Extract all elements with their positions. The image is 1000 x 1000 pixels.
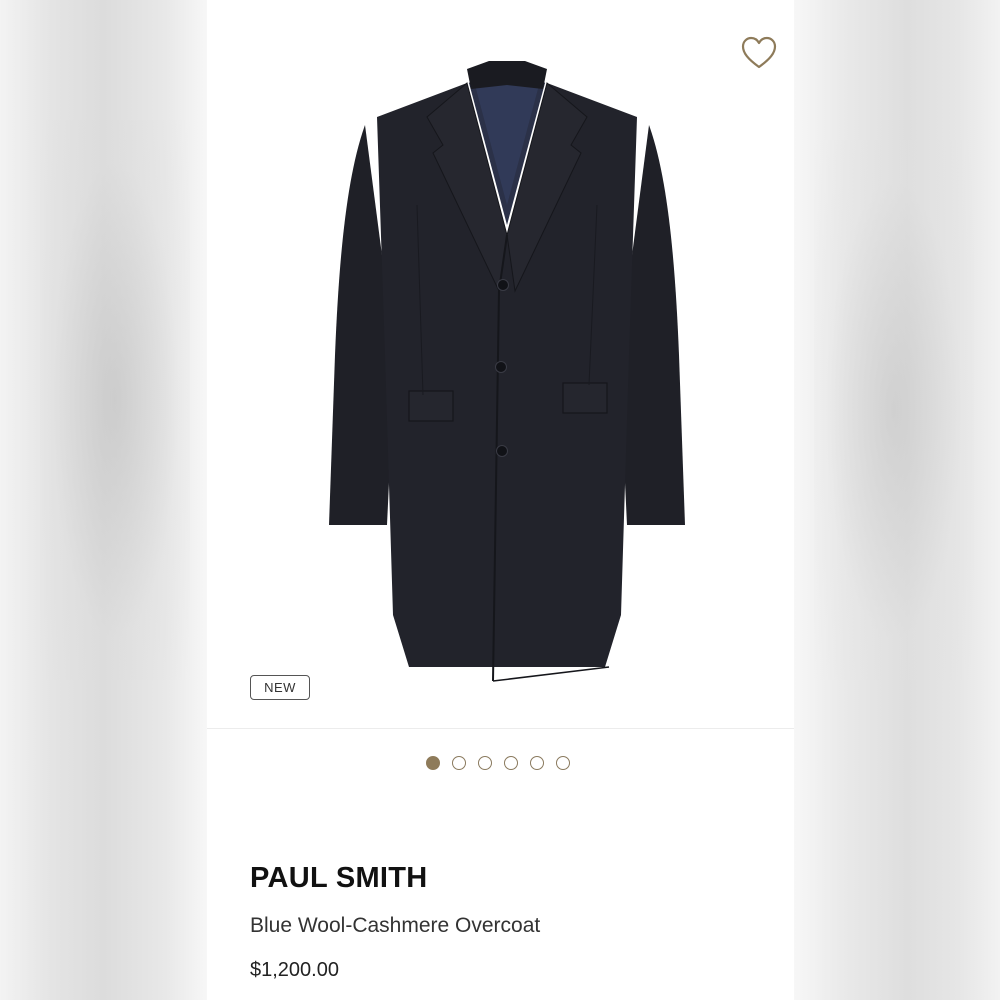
carousel-dot[interactable]	[426, 756, 440, 770]
new-badge: NEW	[250, 675, 310, 700]
product-card: NEW PAUL SMITH Blue Wool-Cashmere Overco…	[207, 0, 794, 1000]
carousel-pagination	[426, 756, 570, 774]
background-blur-left	[0, 0, 207, 1000]
brand-name[interactable]: PAUL SMITH	[250, 862, 428, 895]
product-name: Blue Wool-Cashmere Overcoat	[250, 914, 541, 937]
background-blur-right	[794, 0, 1000, 1000]
heart-outline-icon[interactable]	[740, 35, 778, 71]
carousel-dot[interactable]	[504, 756, 518, 770]
carousel-dot[interactable]	[478, 756, 492, 770]
product-image-carousel[interactable]: NEW	[207, 0, 794, 728]
product-screen: NEW PAUL SMITH Blue Wool-Cashmere Overco…	[0, 0, 1000, 1000]
carousel-dot[interactable]	[556, 756, 570, 770]
product-price: $1,200.00	[250, 959, 339, 981]
divider	[207, 728, 794, 729]
product-image	[329, 61, 685, 682]
carousel-dot[interactable]	[452, 756, 466, 770]
carousel-dot[interactable]	[530, 756, 544, 770]
